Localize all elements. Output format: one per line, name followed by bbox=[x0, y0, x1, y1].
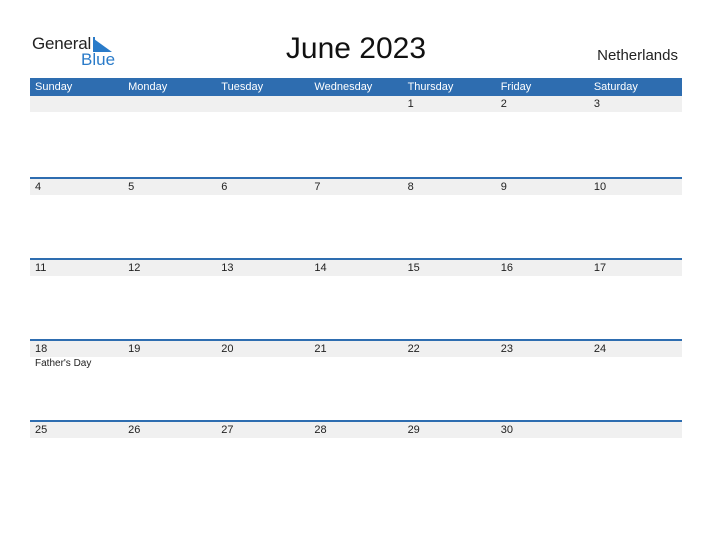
holiday-event bbox=[123, 357, 216, 371]
weekday-friday: Friday bbox=[500, 81, 532, 93]
day-number: 8 bbox=[407, 181, 414, 193]
day-number bbox=[123, 96, 216, 112]
day-number: 23 bbox=[500, 343, 513, 355]
day-number: 17 bbox=[593, 262, 607, 274]
holiday-event bbox=[403, 357, 496, 371]
day-number: 28 bbox=[314, 424, 327, 436]
weekday-sunday: Sunday bbox=[35, 81, 73, 93]
day-number: 16 bbox=[500, 262, 513, 274]
week-row: 1 2 3 bbox=[30, 96, 682, 177]
day-number: 2 bbox=[500, 98, 507, 110]
day-number: 15 bbox=[407, 262, 420, 274]
weekday-tuesday: Tuesday bbox=[221, 81, 264, 93]
day-number: 30 bbox=[500, 424, 513, 436]
day-number: 24 bbox=[593, 343, 607, 355]
day-number-row: 4 5 6 7 8 9 10 bbox=[30, 179, 682, 195]
day-number-row: 11 12 13 14 15 16 17 bbox=[30, 260, 682, 276]
holiday-event bbox=[589, 357, 682, 371]
weekday-saturday: Saturday bbox=[593, 81, 638, 93]
week-row: 18 19 20 21 22 23 24 Father's Day bbox=[30, 339, 682, 420]
day-number: 10 bbox=[593, 181, 607, 193]
weekday-header: Sunday Monday Tuesday Wednesday Thursday… bbox=[30, 78, 682, 96]
day-number: 12 bbox=[128, 262, 141, 274]
day-number bbox=[30, 96, 123, 112]
day-number: 29 bbox=[407, 424, 420, 436]
day-number: 27 bbox=[221, 424, 234, 436]
week-row: 25 26 27 28 29 30 bbox=[30, 420, 682, 501]
day-number: 14 bbox=[314, 262, 327, 274]
day-number: 25 bbox=[35, 424, 48, 436]
holiday-event bbox=[309, 357, 402, 371]
day-number: 9 bbox=[500, 181, 507, 193]
day-number-row: 1 2 3 bbox=[30, 96, 682, 112]
day-number: 6 bbox=[221, 181, 228, 193]
day-number: 5 bbox=[128, 181, 135, 193]
day-number: 19 bbox=[128, 343, 141, 355]
country-label: Netherlands bbox=[597, 47, 678, 64]
day-number: 21 bbox=[314, 343, 327, 355]
holiday-event bbox=[496, 357, 589, 371]
holiday-event bbox=[216, 357, 309, 371]
weekday-wednesday: Wednesday bbox=[314, 81, 373, 93]
day-number: 11 bbox=[35, 262, 47, 274]
weekday-monday: Monday bbox=[128, 81, 168, 93]
day-number: 7 bbox=[314, 181, 321, 193]
events-row: Father's Day bbox=[30, 357, 682, 371]
day-number-row: 18 19 20 21 22 23 24 bbox=[30, 341, 682, 357]
day-number: 26 bbox=[128, 424, 141, 436]
day-number: 20 bbox=[221, 343, 234, 355]
calendar-grid: Sunday Monday Tuesday Wednesday Thursday… bbox=[30, 78, 682, 501]
day-number bbox=[309, 96, 402, 112]
day-number bbox=[589, 422, 682, 438]
day-number bbox=[216, 96, 309, 112]
day-number-row: 25 26 27 28 29 30 bbox=[30, 422, 682, 438]
day-number: 3 bbox=[593, 98, 600, 110]
day-number: 18 bbox=[35, 343, 48, 355]
day-number: 1 bbox=[407, 98, 414, 110]
day-number: 22 bbox=[407, 343, 420, 355]
day-number: 13 bbox=[221, 262, 234, 274]
weekday-thursday: Thursday bbox=[407, 81, 454, 93]
week-row: 4 5 6 7 8 9 10 bbox=[30, 177, 682, 258]
week-row: 11 12 13 14 15 16 17 bbox=[30, 258, 682, 339]
day-number: 4 bbox=[35, 181, 42, 193]
holiday-event: Father's Day bbox=[35, 358, 92, 369]
